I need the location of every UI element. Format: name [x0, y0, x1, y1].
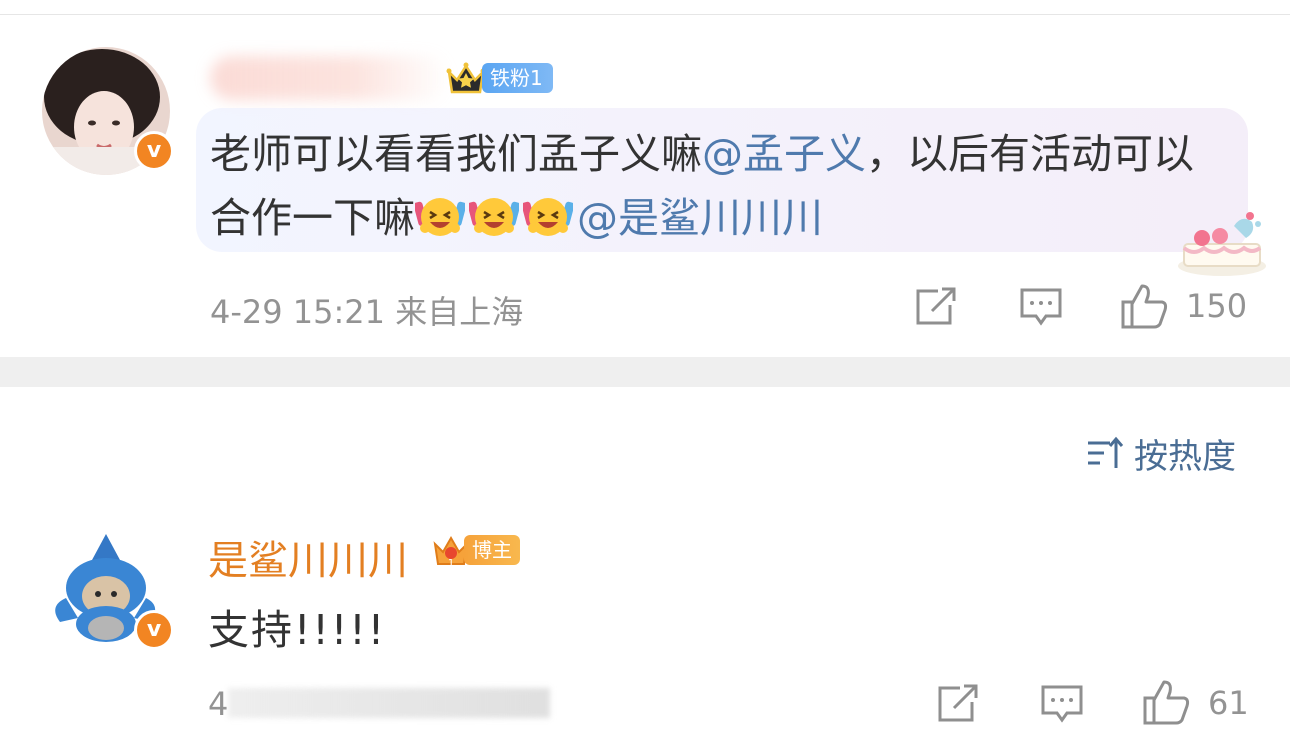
author-name[interactable]: 是鲨川川川: [208, 528, 408, 586]
comment-meta: 4-29 15:21 来自上海: [210, 287, 523, 333]
sort-icon: [1088, 436, 1124, 468]
crown-icon: [446, 62, 486, 94]
svg-text:1: 1: [448, 558, 454, 568]
cake-decoration-icon: [1178, 212, 1266, 276]
like-icon[interactable]: [1142, 678, 1192, 726]
share-icon[interactable]: [914, 287, 958, 327]
like-count: 61: [1208, 684, 1249, 722]
blurred-username[interactable]: [210, 56, 450, 100]
verified-v-icon: v: [134, 131, 174, 171]
commenter-avatar[interactable]: v: [42, 47, 174, 175]
haha-emoji: [467, 190, 521, 240]
fan-badge-label: 铁粉1: [482, 63, 553, 93]
comment-location: 来自上海: [395, 293, 524, 331]
like-icon[interactable]: [1120, 282, 1170, 330]
mention-link[interactable]: @是鲨川川川: [577, 194, 823, 242]
author-avatar[interactable]: v: [42, 526, 174, 654]
blurred-date: [228, 688, 550, 718]
haha-emoji: [413, 190, 467, 240]
comment-time: 4-29 15:21: [210, 293, 386, 331]
mention-link[interactable]: @孟子义: [702, 130, 866, 178]
comment-text-part: 老师可以看看我们孟子义嘛: [210, 130, 702, 178]
host-badge-label: 博主: [464, 535, 520, 565]
top-divider: [0, 14, 1290, 15]
comment-icon[interactable]: [1040, 684, 1084, 724]
haha-emoji: [521, 190, 575, 240]
share-icon[interactable]: [936, 684, 980, 724]
sort-label: 按热度: [1134, 436, 1236, 477]
verified-v-icon: v: [134, 610, 174, 650]
sort-toggle[interactable]: 按热度: [1086, 430, 1236, 477]
reply-text: 支持!!!!!: [208, 606, 387, 654]
reply-date: 4: [208, 685, 229, 723]
like-count: 150: [1186, 287, 1248, 325]
section-divider: [0, 357, 1290, 387]
comment-text: 老师可以看看我们孟子义嘛@孟子义，以后有活动可以合作一下嘛 @是鲨川川川: [210, 122, 1220, 250]
comment-icon[interactable]: [1019, 287, 1063, 327]
